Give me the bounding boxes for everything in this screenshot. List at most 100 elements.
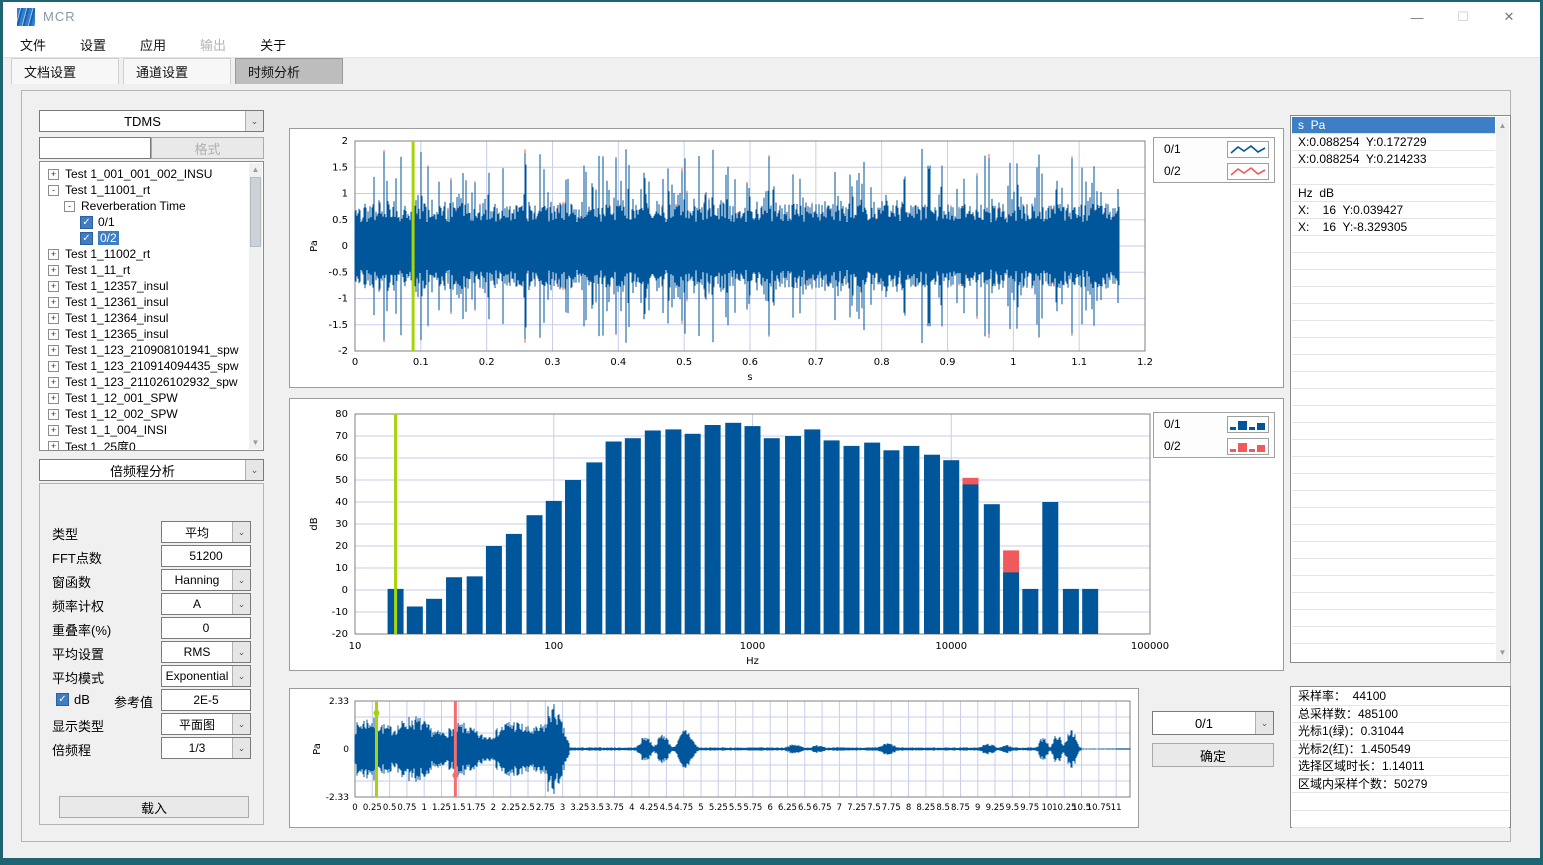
- readout-row[interactable]: [1292, 423, 1495, 440]
- expand-icon[interactable]: +: [48, 441, 59, 452]
- readout-row[interactable]: [1292, 627, 1495, 644]
- expand-icon[interactable]: +: [48, 361, 59, 372]
- menu-item-3[interactable]: 输出: [183, 35, 243, 54]
- tab-0[interactable]: 文档设置: [11, 58, 119, 84]
- legend-entry[interactable]: 0/2: [1154, 160, 1274, 182]
- db-checkbox[interactable]: ✓: [56, 693, 69, 706]
- readout-row[interactable]: X:0.088254 Y:0.214233: [1292, 151, 1495, 168]
- readout-row[interactable]: [1292, 236, 1495, 253]
- legend-entry[interactable]: 0/2: [1154, 435, 1274, 457]
- form-重叠率(%)-input[interactable]: 0: [161, 617, 251, 639]
- readout-row[interactable]: [1292, 508, 1495, 525]
- expand-icon[interactable]: +: [48, 425, 59, 436]
- readout-row[interactable]: [1292, 610, 1495, 627]
- expand-icon[interactable]: +: [48, 169, 59, 180]
- expand-icon[interactable]: +: [48, 265, 59, 276]
- load-button[interactable]: 载入: [59, 796, 249, 818]
- form-平均设置-select[interactable]: RMS⌄: [161, 641, 251, 663]
- tree-item[interactable]: +Test 1_12364_insul: [42, 310, 248, 326]
- tree-item[interactable]: +Test 1_123_211026102932_spw: [42, 374, 248, 390]
- readout-row[interactable]: [1292, 389, 1495, 406]
- legend-entry[interactable]: 0/1: [1154, 413, 1274, 435]
- form-FFT点数-input[interactable]: 51200: [161, 545, 251, 567]
- form-参考值-input[interactable]: 2E-5: [161, 689, 251, 711]
- collapse-icon[interactable]: -: [64, 201, 75, 212]
- time-waveform-chart[interactable]: -2-1.5-1-0.500.511.5200.10.20.30.40.50.6…: [289, 128, 1284, 388]
- channel-checkbox[interactable]: ✓: [80, 232, 93, 245]
- readout-row[interactable]: s Pa: [1292, 117, 1495, 134]
- tree-item[interactable]: +Test 1_1_004_INSI: [42, 422, 248, 438]
- expand-icon[interactable]: +: [48, 281, 59, 292]
- form-频率计权-select[interactable]: A⌄: [161, 593, 251, 615]
- expand-icon[interactable]: +: [48, 313, 59, 324]
- readout-row[interactable]: [1292, 168, 1495, 185]
- tree-item[interactable]: +Test 1_25度0: [42, 438, 248, 451]
- form-平均模式-select[interactable]: Exponential⌄: [161, 665, 251, 687]
- form-窗函数-select[interactable]: Hanning⌄: [161, 569, 251, 591]
- menu-item-2[interactable]: 应用: [123, 35, 183, 54]
- minimize-button[interactable]: —: [1394, 2, 1440, 32]
- expand-icon[interactable]: +: [48, 249, 59, 260]
- readout-row[interactable]: [1292, 321, 1495, 338]
- expand-icon[interactable]: +: [48, 409, 59, 420]
- readout-row[interactable]: X: 16 Y:-8.329305: [1292, 219, 1495, 236]
- readout-row[interactable]: [1292, 287, 1495, 304]
- collapse-icon[interactable]: -: [48, 185, 59, 196]
- readout-row[interactable]: [1292, 338, 1495, 355]
- channel-checkbox[interactable]: ✓: [80, 216, 93, 229]
- expand-icon[interactable]: +: [48, 329, 59, 340]
- readout-row[interactable]: X: 16 Y:0.039427: [1292, 202, 1495, 219]
- tree-item[interactable]: +Test 1_123_210914094435_spw: [42, 358, 248, 374]
- cursor-readout-list[interactable]: s PaX:0.088254 Y:0.172729X:0.088254 Y:0.…: [1290, 115, 1511, 663]
- expand-icon[interactable]: +: [48, 393, 59, 404]
- expand-icon[interactable]: +: [48, 297, 59, 308]
- readout-row[interactable]: [1292, 372, 1495, 389]
- maximize-button[interactable]: ☐: [1440, 2, 1486, 32]
- readout-scrollbar[interactable]: ▲ ▼: [1496, 117, 1509, 661]
- readout-row[interactable]: [1292, 491, 1495, 508]
- readout-row[interactable]: [1292, 270, 1495, 287]
- readout-row[interactable]: [1292, 593, 1495, 610]
- tree-item[interactable]: +Test 1_12357_insul: [42, 278, 248, 294]
- form-倍频程-select[interactable]: 1/3⌄: [161, 737, 251, 759]
- channel-select[interactable]: 0/1 ⌄: [1152, 711, 1274, 735]
- readout-row[interactable]: [1292, 440, 1495, 457]
- readout-row[interactable]: [1292, 542, 1495, 559]
- tab-1[interactable]: 通道设置: [123, 58, 231, 84]
- tree-item[interactable]: ✓0/2: [42, 230, 248, 246]
- readout-row[interactable]: [1292, 559, 1495, 576]
- tree-item[interactable]: +Test 1_11_rt: [42, 262, 248, 278]
- tree-item[interactable]: +Test 1_001_001_002_INSU: [42, 166, 248, 182]
- filter-input[interactable]: [39, 137, 151, 159]
- tree-item[interactable]: +Test 1_12365_insul: [42, 326, 248, 342]
- octave-spectrum-chart[interactable]: -20-100102030405060708010100100010000100…: [289, 398, 1284, 671]
- readout-row[interactable]: [1292, 525, 1495, 542]
- readout-row[interactable]: [1292, 474, 1495, 491]
- readout-row[interactable]: X:0.088254 Y:0.172729: [1292, 134, 1495, 151]
- menu-item-0[interactable]: 文件: [3, 35, 63, 54]
- analysis-type-select[interactable]: 倍频程分析 ⌄: [39, 459, 264, 481]
- tree-item[interactable]: +Test 1_12_001_SPW: [42, 390, 248, 406]
- format-button[interactable]: 格式: [151, 137, 264, 159]
- file-format-select[interactable]: TDMS ⌄: [39, 110, 264, 132]
- readout-row[interactable]: [1292, 457, 1495, 474]
- tab-2[interactable]: 时频分析: [235, 58, 343, 84]
- overview-waveform-chart[interactable]: 00.250.50.7511.251.51.7522.252.52.7533.2…: [289, 688, 1139, 828]
- tree-item[interactable]: +Test 1_123_210908101941_spw: [42, 342, 248, 358]
- readout-row[interactable]: [1292, 253, 1495, 270]
- tree-item[interactable]: -Test 1_11001_rt: [42, 182, 248, 198]
- menu-item-4[interactable]: 关于: [243, 35, 303, 54]
- menu-item-1[interactable]: 设置: [63, 35, 123, 54]
- form-显示类型-select[interactable]: 平面图⌄: [161, 713, 251, 735]
- readout-row[interactable]: Hz dB: [1292, 185, 1495, 202]
- readout-row[interactable]: [1292, 304, 1495, 321]
- tree-item[interactable]: +Test 1_11002_rt: [42, 246, 248, 262]
- expand-icon[interactable]: +: [48, 377, 59, 388]
- tree-item[interactable]: +Test 1_12361_insul: [42, 294, 248, 310]
- form-类型-select[interactable]: 平均⌄: [161, 521, 251, 543]
- readout-row[interactable]: [1292, 406, 1495, 423]
- confirm-button[interactable]: 确定: [1152, 743, 1274, 767]
- tree-item[interactable]: ✓0/1: [42, 214, 248, 230]
- expand-icon[interactable]: +: [48, 345, 59, 356]
- close-button[interactable]: ✕: [1486, 2, 1532, 32]
